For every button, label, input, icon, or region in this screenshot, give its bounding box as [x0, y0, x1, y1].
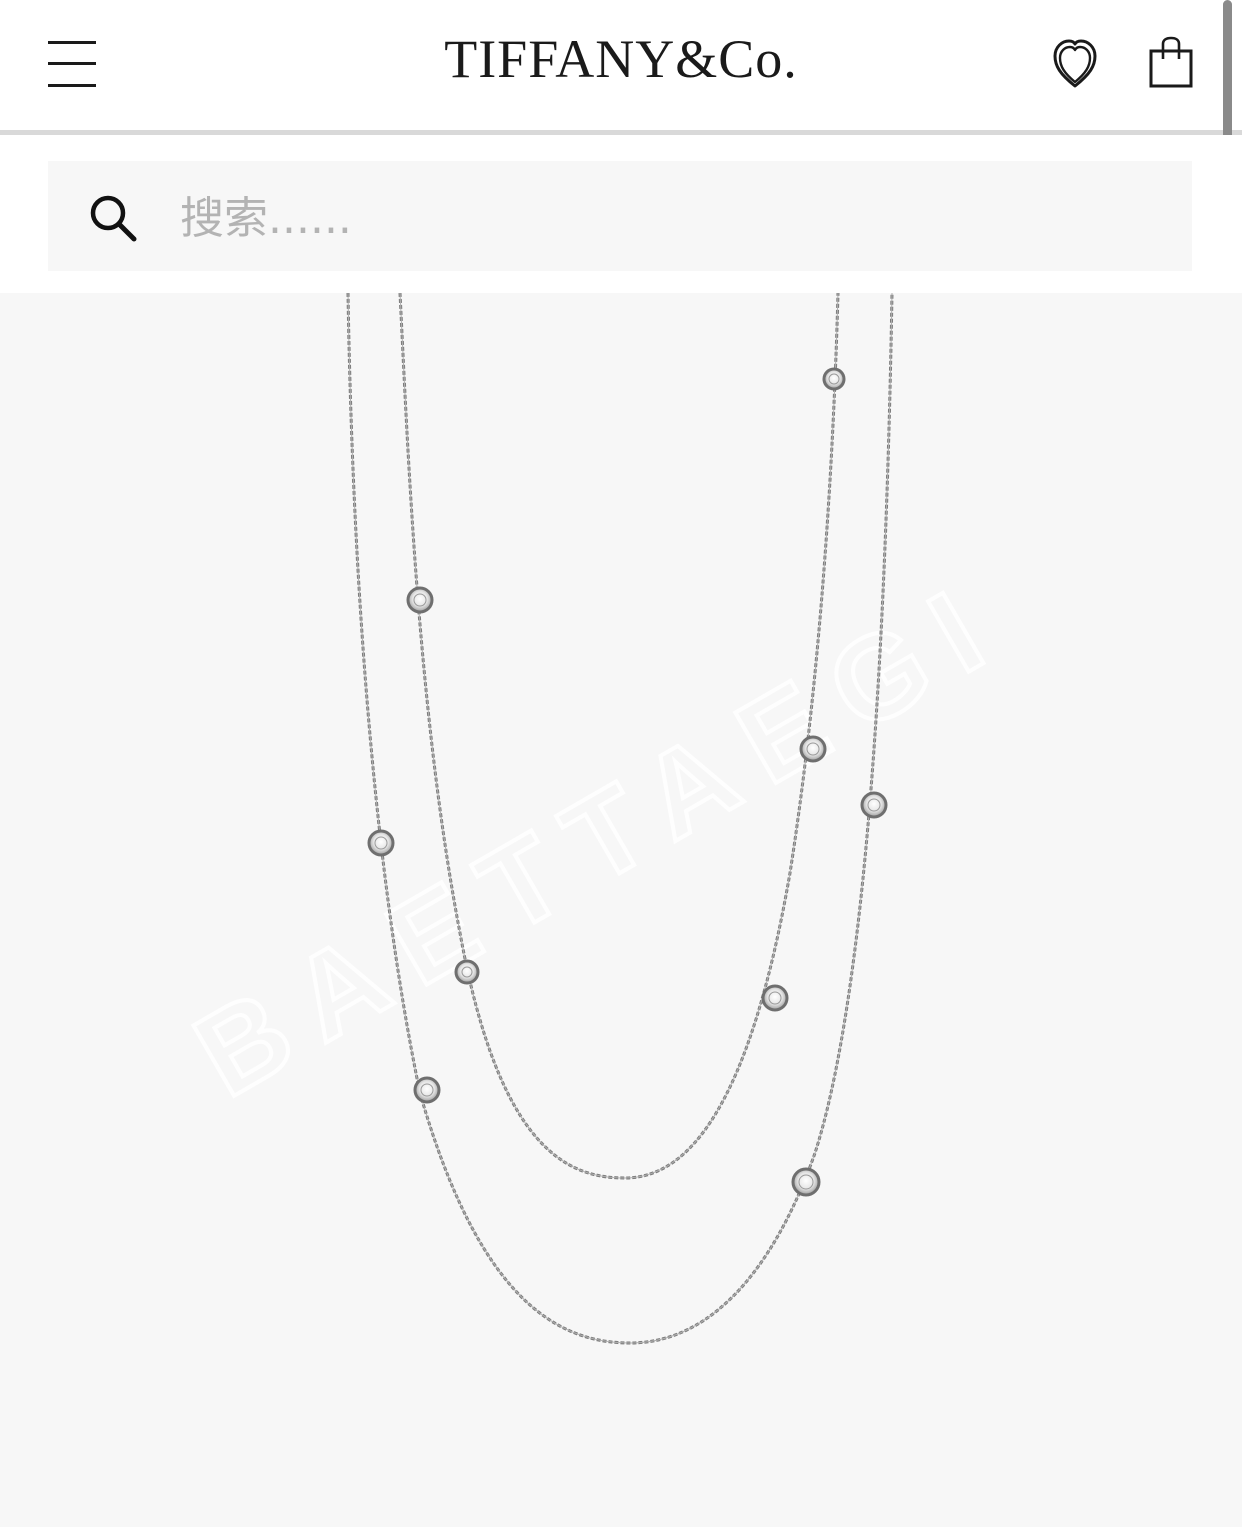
- search-input[interactable]: [178, 181, 1142, 255]
- menu-line: [48, 62, 96, 65]
- product-page: TIFFANY&Co. 搜索...... BAETTAEGI: [0, 0, 1242, 1527]
- diamond-station: [413, 1076, 441, 1104]
- heart-icon: [1053, 39, 1097, 88]
- search-area: [0, 135, 1242, 293]
- diamond-station: [454, 959, 480, 985]
- diamond-station-necklace-image: BAETTAEGI: [172, 293, 1028, 1345]
- diamond-station: [799, 735, 827, 763]
- diamond-station: [367, 829, 395, 857]
- diamond-station: [406, 586, 434, 614]
- menu-line: [48, 84, 96, 87]
- menu-line: [48, 41, 96, 44]
- search-bar[interactable]: [48, 161, 1192, 271]
- top-header: TIFFANY&Co.: [0, 0, 1242, 130]
- product-image[interactable]: BAETTAEGI: [0, 293, 1242, 1527]
- brand-logo[interactable]: TIFFANY&Co.: [380, 24, 862, 94]
- diamond-station: [822, 367, 846, 391]
- menu-button[interactable]: [44, 36, 100, 92]
- diamond-station: [761, 984, 789, 1012]
- watermark-text: BAETTAEGI: [174, 554, 1026, 1122]
- search-icon[interactable]: [88, 193, 138, 243]
- diamond-station: [860, 791, 888, 819]
- shopping-bag-button[interactable]: [1144, 34, 1198, 92]
- shopping-bag-icon: [1149, 36, 1193, 88]
- diamond-station: [791, 1167, 821, 1197]
- wishlist-button[interactable]: [1048, 34, 1102, 92]
